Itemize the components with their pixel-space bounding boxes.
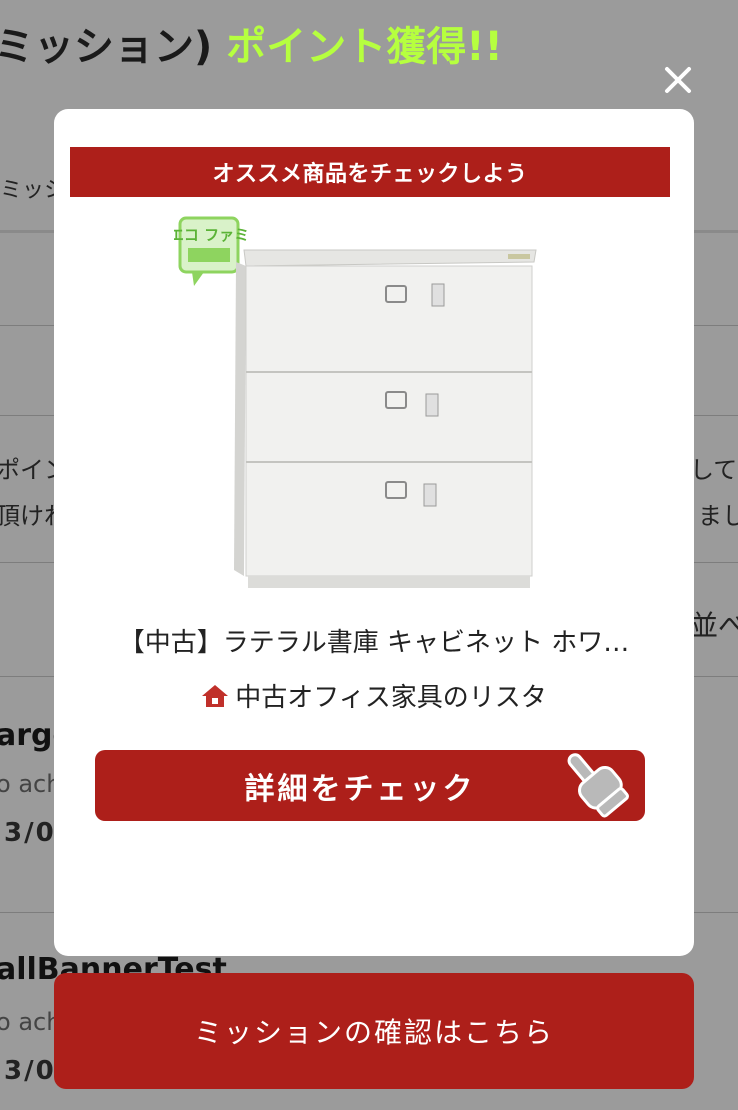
check-details-label: 詳細をチェック: [244, 771, 476, 807]
pointing-hand-icon: [567, 753, 629, 818]
mission-item-subtitle: o ach: [0, 1008, 62, 1036]
product-title[interactable]: 【中古】ラテラル書庫 キャビネット ホワ…: [54, 622, 694, 659]
shop-name: 中古オフィス家具のリスタ: [235, 683, 547, 713]
close-icon: [665, 67, 691, 93]
shop-row[interactable]: 中古オフィス家具のリスタ: [54, 677, 694, 714]
page-title-highlight: ポイント獲得!!: [226, 24, 503, 70]
description-text: まし: [698, 502, 738, 530]
check-details-button[interactable]: 詳細をチェック: [95, 750, 645, 821]
view-missions-label: ミッションの確認はこちら: [193, 1016, 554, 1049]
page-title: ミッション) ポイント獲得!!: [0, 24, 503, 70]
home-icon: [202, 684, 229, 707]
cabinet-illustration: [234, 249, 537, 588]
mission-item-date: 3/0: [4, 818, 56, 848]
svg-text:エコ ファミ: エコ ファミ: [174, 226, 249, 244]
description-text: して: [690, 456, 738, 484]
mission-item-date: 3/0: [4, 1056, 56, 1086]
sort-label: 並べ: [690, 609, 738, 642]
mission-item-subtitle: o ach: [0, 770, 62, 798]
product-image[interactable]: エコ ファミ: [169, 214, 554, 599]
view-missions-button[interactable]: ミッションの確認はこちら: [54, 973, 694, 1089]
recommend-modal: オススメ商品をチェックしよう エコ ファミ 【中古】ラテラル書庫 キャビネット …: [54, 109, 694, 956]
close-button[interactable]: [660, 62, 696, 98]
modal-header: オススメ商品をチェックしよう: [70, 147, 670, 197]
